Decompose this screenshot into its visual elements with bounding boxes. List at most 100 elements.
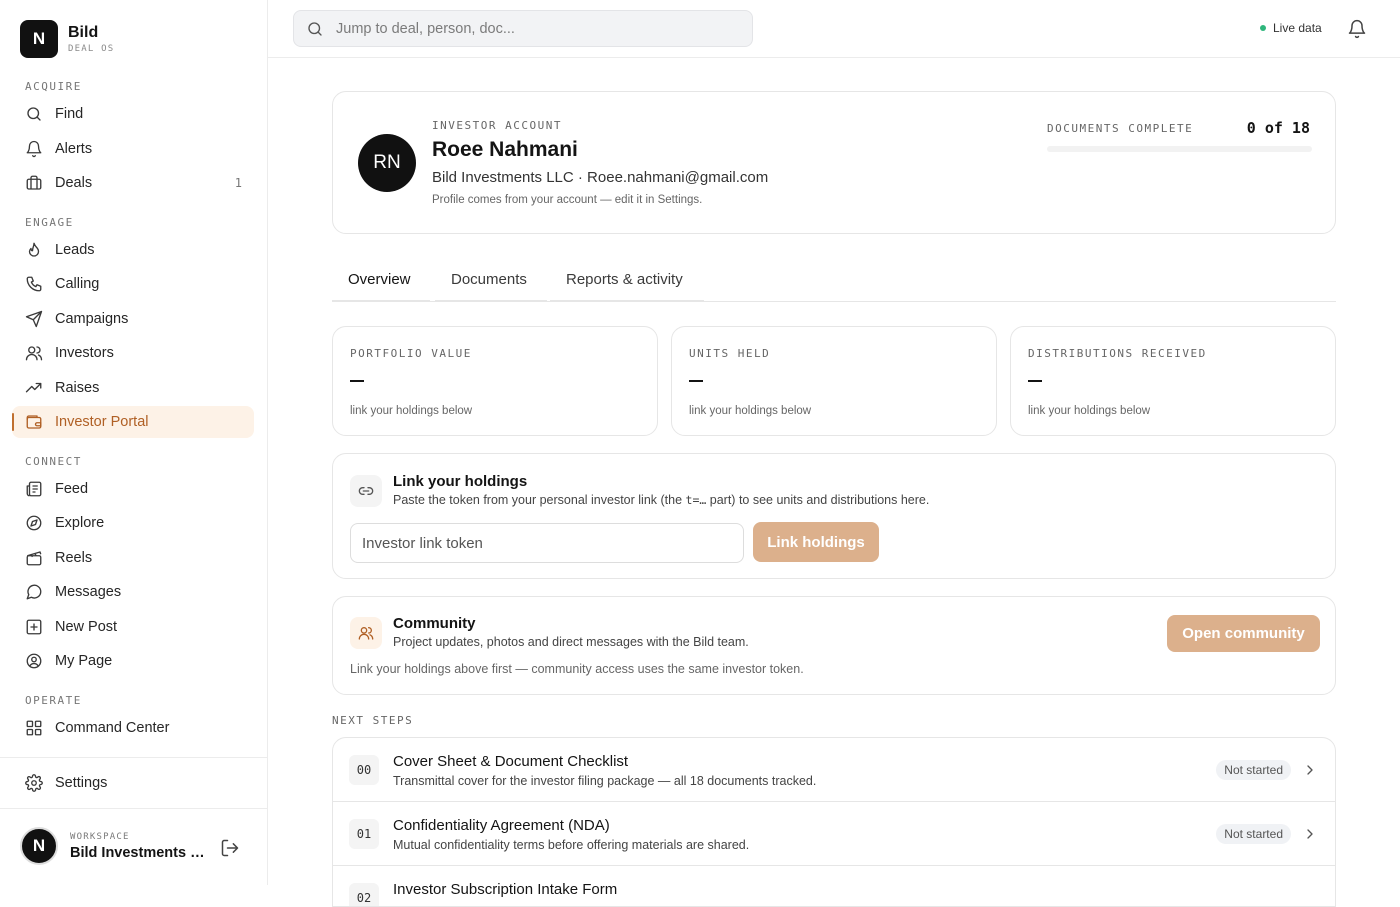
sidebar-item-label: Campaigns: [55, 310, 129, 327]
nav-section-acquire: ACQUIRE: [25, 80, 82, 93]
sidebar-item-alerts[interactable]: Alerts: [12, 133, 254, 165]
link-holdings-description: Paste the token from your personal inves…: [393, 493, 929, 507]
step-number: 01: [349, 819, 379, 849]
tab-bar: Overview Documents Reports & activity: [332, 258, 1336, 302]
next-steps-label: NEXT STEPS: [332, 714, 414, 727]
live-status-dot: [1260, 25, 1266, 31]
sidebar-item-campaigns[interactable]: Campaigns: [12, 303, 254, 335]
users-icon: [25, 346, 43, 361]
sidebar-item-investors[interactable]: Investors: [12, 337, 254, 369]
step-row[interactable]: 00 Cover Sheet & Document Checklist Tran…: [333, 738, 1335, 802]
step-description: Transmittal cover for the investor filin…: [393, 774, 817, 788]
stat-subtext: link your holdings below: [689, 405, 812, 417]
briefcase-icon: [26, 175, 42, 190]
sidebar-item-feed[interactable]: Feed: [12, 473, 254, 505]
stat-card-portfolio-value: PORTFOLIO VALUE link your holdings below: [332, 326, 658, 436]
wallet-icon: [26, 415, 42, 429]
link-holdings-card: Link your holdings Paste the token from …: [332, 453, 1336, 579]
grid-icon: [26, 720, 42, 735]
status-badge: Not started: [1216, 824, 1291, 844]
brand-logo: N: [20, 20, 58, 58]
sidebar-item-explore[interactable]: Explore: [12, 507, 254, 539]
status-badge: Not started: [1216, 760, 1291, 780]
logout-icon[interactable]: [220, 838, 240, 858]
compass-icon: [26, 515, 42, 531]
sidebar-item-reels[interactable]: Reels: [12, 542, 254, 574]
sidebar-item-label: Raises: [55, 379, 100, 396]
sidebar-item-new-post[interactable]: New Post: [12, 611, 254, 643]
stat-card-units-held: UNITS HELD link your holdings below: [671, 326, 997, 436]
sidebar: N Bild DEAL OS ACQUIRE Find Alerts Deals…: [0, 0, 268, 885]
notifications-bell-icon[interactable]: [1347, 19, 1367, 39]
community-note: Link your holdings above first — communi…: [350, 662, 804, 676]
link-icon-box: [350, 475, 382, 507]
flame-icon: [28, 242, 40, 257]
search-icon: [27, 107, 41, 121]
step-row[interactable]: 01 Confidentiality Agreement (NDA) Mutua…: [333, 802, 1335, 866]
sidebar-item-label: Command Center: [55, 719, 170, 736]
sidebar-item-label: Investors: [55, 345, 114, 361]
sidebar-item-investor-portal[interactable]: Investor Portal: [12, 406, 254, 438]
avatar: RN: [358, 134, 416, 192]
stat-subtext: link your holdings below: [1028, 405, 1151, 417]
link-holdings-title: Link your holdings: [393, 473, 528, 490]
step-title: Confidentiality Agreement (NDA): [393, 817, 610, 834]
community-title: Community: [393, 615, 476, 632]
stat-value-empty: [1028, 380, 1042, 382]
sidebar-item-calling[interactable]: Calling: [12, 268, 254, 300]
stat-label: DISTRIBUTIONS RECEIVED: [1028, 347, 1207, 360]
workspace-label: WORKSPACE: [70, 831, 130, 842]
step-number: 02: [349, 883, 379, 906]
sidebar-item-raises[interactable]: Raises: [12, 372, 254, 404]
documents-complete-count: 0 of 18: [1246, 119, 1310, 137]
sidebar-item-label: Deals: [55, 175, 93, 191]
investor-org-email: Bild Investments LLC · Roee.nahmani@gmai…: [432, 169, 769, 186]
sidebar-item-settings[interactable]: Settings: [0, 757, 267, 809]
search-input[interactable]: [336, 20, 736, 37]
sidebar-item-messages[interactable]: Messages: [12, 576, 254, 608]
investor-profile-card: RN INVESTOR ACCOUNT Roee Nahmani Bild In…: [332, 91, 1336, 234]
step-number: 00: [349, 755, 379, 785]
community-description: Project updates, photos and direct messa…: [393, 635, 749, 649]
settings-label: Settings: [55, 775, 108, 791]
token-param-code: t=…: [685, 493, 707, 507]
chevron-right-icon: [1307, 765, 1313, 775]
search-box[interactable]: [293, 10, 753, 47]
community-icon-box: [350, 617, 382, 649]
sidebar-item-my-page[interactable]: My Page: [12, 645, 254, 677]
tab-overview[interactable]: Overview: [332, 258, 430, 302]
sidebar-item-label: Investor Portal: [55, 414, 149, 430]
live-data-label: Live data: [1273, 21, 1322, 35]
workspace-switcher[interactable]: N WORKSPACE Bild Investments LLC: [20, 827, 206, 865]
nav-section-engage: ENGAGE: [25, 215, 74, 229]
nav-section-connect: CONNECT: [25, 454, 82, 468]
stat-label: UNITS HELD: [689, 347, 771, 360]
sidebar-item-leads[interactable]: Leads: [12, 234, 254, 266]
brand-name: Bild: [68, 24, 99, 41]
tab-reports-activity[interactable]: Reports & activity: [550, 258, 704, 302]
profile-note: Profile comes from your account — edit i…: [432, 194, 703, 206]
stat-subtext: link your holdings below: [350, 405, 473, 417]
workspace-avatar: N: [20, 827, 58, 865]
sidebar-item-command-center[interactable]: Command Center: [12, 712, 254, 744]
tab-documents[interactable]: Documents: [435, 258, 547, 302]
open-community-button[interactable]: Open community: [1167, 615, 1320, 652]
phone-icon: [26, 276, 42, 292]
sidebar-item-label: Feed: [55, 480, 89, 497]
desc-text: part) to see units and distributions her…: [706, 493, 930, 507]
next-steps-list: 00 Cover Sheet & Document Checklist Tran…: [332, 737, 1336, 907]
link-holdings-button[interactable]: Link holdings: [753, 522, 879, 562]
user-circle-icon: [26, 653, 42, 669]
documents-complete-label: DOCUMENTS COMPLETE: [1047, 122, 1194, 135]
newspaper-icon: [26, 481, 42, 496]
step-row[interactable]: 02 Investor Subscription Intake Form: [333, 866, 1335, 906]
sidebar-item-find[interactable]: Find: [12, 98, 254, 130]
nav-section-operate: OPERATE: [25, 693, 82, 707]
sidebar-item-deals[interactable]: Deals 1: [12, 167, 254, 199]
sidebar-item-label: Messages: [55, 584, 122, 600]
brand[interactable]: N Bild DEAL OS: [20, 20, 114, 58]
stat-label: PORTFOLIO VALUE: [350, 347, 472, 360]
step-description: Mutual confidentiality terms before offe…: [393, 838, 750, 852]
investor-token-input[interactable]: [350, 523, 744, 563]
sidebar-item-label: Calling: [55, 276, 100, 292]
